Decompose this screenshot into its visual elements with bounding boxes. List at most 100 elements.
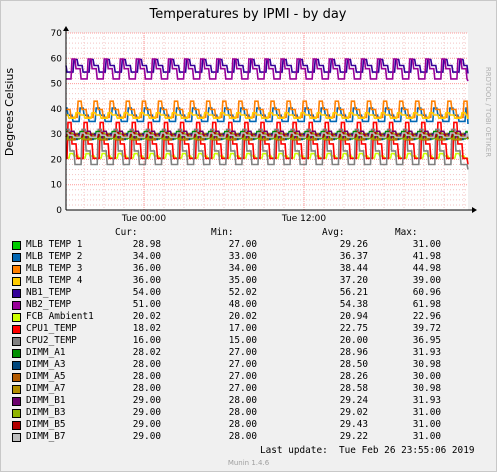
legend-value-min: 52.02 (228, 287, 257, 298)
y-tick-label: 60 (51, 54, 63, 64)
legend-series-name: CPU1_TEMP (26, 323, 77, 334)
x-tick-label: Tue 12:00 (281, 214, 326, 224)
legend-header-avg: Avg: (322, 227, 345, 238)
legend-row: CPU1_TEMP 18.02 17.00 22.75 39.72 (0, 323, 497, 335)
legend-value-max: 30.98 (412, 383, 441, 394)
legend-value-max: 31.00 (412, 407, 441, 418)
legend-series-name: DIMM_B3 (26, 407, 66, 418)
legend-value-cur: 20.02 (132, 311, 161, 322)
legend-value-avg: 28.96 (339, 347, 368, 358)
legend-value-cur: 28.00 (132, 359, 161, 370)
legend-row: DIMM_B5 29.00 28.00 29.43 31.00 (0, 419, 497, 431)
legend-row: NB2_TEMP 51.00 48.00 54.38 61.98 (0, 299, 497, 311)
legend-value-max: 39.00 (412, 275, 441, 286)
legend-swatch (12, 265, 21, 274)
x-tick-label: Tue 00:00 (121, 214, 166, 224)
legend-series-name: DIMM_B1 (26, 395, 66, 406)
legend-value-cur: 29.00 (132, 419, 161, 430)
legend-value-cur: 54.00 (132, 287, 161, 298)
legend-value-cur: 36.00 (132, 263, 161, 274)
y-tick-label: 10 (51, 181, 63, 191)
legend-series-name: CPU2_TEMP (26, 335, 77, 346)
legend-swatch (12, 337, 21, 346)
legend-row: DIMM_B1 29.00 28.00 29.24 31.93 (0, 395, 497, 407)
legend-value-avg: 37.20 (339, 275, 368, 286)
legend-series-name: DIMM_A7 (26, 383, 66, 394)
legend-row: MLB TEMP 3 36.00 34.00 38.44 44.98 (0, 263, 497, 275)
y-tick-labels: 0 10 20 30 40 50 60 70 (51, 29, 63, 216)
legend-swatch (12, 361, 21, 370)
legend-value-cur: 28.00 (132, 371, 161, 382)
temperature-chart: Temperatures by IPMI - by day Degrees Ce… (3, 7, 492, 224)
legend-value-avg: 22.75 (339, 323, 368, 334)
legend-swatch (12, 253, 21, 262)
legend-value-min: 28.00 (228, 419, 257, 430)
legend-swatch (12, 277, 21, 286)
y-tick-label: 20 (51, 155, 63, 165)
rrdtool-watermark: RRDTOOL / TOBI OETIKER (484, 67, 492, 157)
legend-row: DIMM_B7 29.00 28.00 29.22 31.00 (0, 431, 497, 443)
legend-swatch (12, 325, 21, 334)
legend-series-name: DIMM_B5 (26, 419, 66, 430)
legend-value-avg: 29.02 (339, 407, 368, 418)
legend-value-max: 31.93 (412, 395, 441, 406)
legend-value-min: 28.00 (228, 395, 257, 406)
legend-value-avg: 54.38 (339, 299, 368, 310)
legend-row: NB1_TEMP 54.00 52.02 56.21 60.96 (0, 287, 497, 299)
legend-value-max: 30.98 (412, 359, 441, 370)
legend-value-cur: 28.00 (132, 383, 161, 394)
legend-series-name: DIMM_A3 (26, 359, 66, 370)
legend-row: DIMM_A7 28.00 27.00 28.58 30.98 (0, 383, 497, 395)
x-tick-labels: Tue 00:00 Tue 12:00 (121, 214, 326, 224)
y-tick-label: 50 (51, 80, 63, 90)
legend-row: MLB TEMP 1 28.98 27.00 29.26 31.00 (0, 239, 497, 251)
legend-series-name: DIMM_A1 (26, 347, 66, 358)
legend-swatch (12, 433, 21, 442)
legend-row: DIMM_B3 29.00 28.00 29.02 31.00 (0, 407, 497, 419)
legend-series-name: MLB TEMP 3 (26, 263, 83, 274)
legend-value-min: 34.00 (228, 263, 257, 274)
x-axis-arrow (472, 207, 477, 213)
legend-value-max: 22.96 (412, 311, 441, 322)
legend-value-cur: 29.00 (132, 395, 161, 406)
legend-value-avg: 36.37 (339, 251, 368, 262)
legend-swatch (12, 241, 21, 250)
legend-row: DIMM_A1 28.02 27.00 28.96 31.93 (0, 347, 497, 359)
y-tick-label: 70 (51, 29, 63, 39)
legend-row: FCB Ambient1 20.02 20.02 20.94 22.96 (0, 311, 497, 323)
legend-value-min: 17.00 (228, 323, 257, 334)
legend-value-cur: 36.00 (132, 275, 161, 286)
legend-value-avg: 28.26 (339, 371, 368, 382)
legend-row: CPU2_TEMP 16.00 15.00 20.00 36.95 (0, 335, 497, 347)
legend-swatch (12, 409, 21, 418)
chart-title: Temperatures by IPMI - by day (149, 7, 347, 22)
y-axis-arrow (63, 26, 69, 31)
legend-value-avg: 28.50 (339, 359, 368, 370)
legend-value-cur: 34.00 (132, 251, 161, 262)
legend-swatch (12, 301, 21, 310)
legend-value-max: 44.98 (412, 263, 441, 274)
legend-series-name: NB1_TEMP (26, 287, 72, 298)
legend-swatch (12, 313, 21, 322)
legend-value-cur: 29.00 (132, 431, 161, 442)
legend-series-name: NB2_TEMP (26, 299, 72, 310)
legend-value-max: 31.93 (412, 347, 441, 358)
legend-swatch (12, 421, 21, 430)
legend-value-min: 35.00 (228, 275, 257, 286)
legend-value-max: 30.00 (412, 371, 441, 382)
y-tick-label: 0 (56, 206, 62, 216)
legend-value-max: 60.96 (412, 287, 441, 298)
legend-value-max: 41.98 (412, 251, 441, 262)
legend-value-min: 33.00 (228, 251, 257, 262)
munin-version: Munin 1.4.6 (227, 459, 270, 467)
legend-value-min: 28.00 (228, 407, 257, 418)
legend-row: MLB TEMP 4 36.00 35.00 37.20 39.00 (0, 275, 497, 287)
legend-value-avg: 38.44 (339, 263, 368, 274)
legend-series-name: DIMM_A5 (26, 371, 66, 382)
legend-swatch (12, 397, 21, 406)
legend-swatch (12, 289, 21, 298)
legend-header-max: Max: (395, 227, 418, 238)
legend-header-min: Min: (211, 227, 234, 238)
legend-value-cur: 16.00 (132, 335, 161, 346)
legend-value-min: 20.02 (228, 311, 257, 322)
